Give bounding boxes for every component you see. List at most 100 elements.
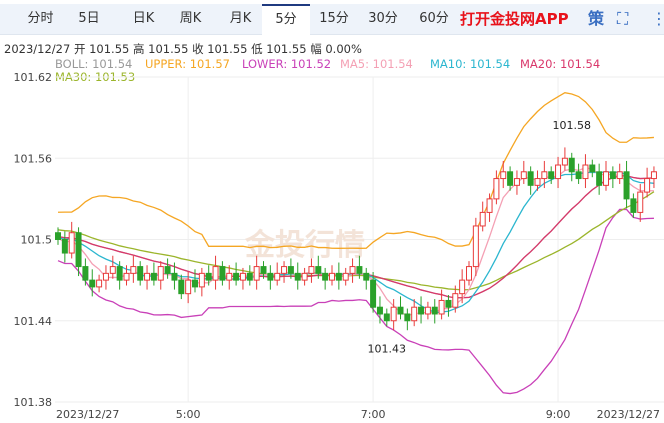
candle-body [329,272,335,281]
candle-body [185,279,192,295]
candle-body [130,266,137,274]
candle-body [411,306,418,322]
candle-body [178,279,185,295]
candle-body [596,171,603,186]
candle-body [267,272,274,281]
watermark: 金投行情 [244,228,365,263]
candle-body [376,306,383,315]
candle-body [123,272,130,281]
candle-body [630,198,637,213]
candle-body [438,299,445,315]
candle-body [192,279,198,288]
candle-body [452,293,459,308]
candle-body [82,266,89,281]
candle-body [349,266,356,274]
candle-body [561,157,568,166]
candle-body [315,266,322,274]
x-tick-label: 2023/12/27 [56,408,119,421]
candle-body [534,178,541,186]
candle-body [322,272,329,281]
candle-body [75,232,82,268]
candle-body [397,306,404,315]
candle-body [274,272,281,281]
candle-body [589,164,596,173]
y-tick-label: 101.5 [21,234,53,247]
price-annotation: 101.43 [368,342,407,355]
candle-body [308,266,315,274]
candle-body [109,266,116,274]
y-tick-label: 101.62 [14,71,53,84]
candle-body [239,272,246,281]
candle-body [96,279,103,288]
candle-body [555,164,562,180]
y-tick-label: 101.38 [14,396,53,409]
candle-body [294,272,301,281]
candle-body [404,313,411,322]
candle-body [356,266,363,274]
candle-body [253,266,260,281]
price-annotation: 101.58 [553,119,592,132]
candle-body [102,272,109,281]
candle-body [527,171,534,186]
candle-body [513,178,520,186]
candle-body [342,272,349,281]
candle-body [68,232,75,254]
y-tick-label: 101.44 [14,315,53,328]
candle-body [301,272,308,281]
candle-body [424,306,431,315]
candle-body [644,178,651,193]
candle-body [493,178,500,200]
x-tick-label: 5:00 [176,408,201,421]
candle-body [137,266,144,281]
candle-body [431,306,438,315]
candle-body [370,279,377,308]
candle-body [363,272,370,281]
candle-body [233,272,240,281]
candle-body [219,266,226,281]
candle-body [226,272,233,281]
candle-body [144,272,151,281]
candle-body [479,211,486,227]
candle-body [623,171,630,200]
candle-body [390,306,397,322]
candle-body [609,171,616,180]
candle-body [61,239,68,254]
candle-body [637,191,644,213]
candle-body [205,272,212,281]
candle-body [616,171,623,180]
candle-body [212,266,219,281]
candle-body [281,266,288,274]
candle-body [466,266,472,281]
candle-body [335,272,342,281]
candle-body [541,171,548,180]
candle-body [575,171,582,180]
candle-body [486,198,493,213]
candle-body [55,232,61,241]
candle-body [171,272,178,281]
kline-chart[interactable]: 101.62101.56101.5101.44101.382023/12/27 5… [0,0,664,423]
candle-body [157,266,164,281]
candle-body [198,272,205,288]
candle-body [116,266,123,281]
candle-body [548,171,555,180]
y-tick-label: 101.56 [14,152,53,165]
candle-body [650,171,657,180]
candle-body [500,171,507,180]
candle-body [246,272,253,281]
x-tick-label: 7:00 [361,408,386,421]
x-tick-label: 9:00 [546,408,571,421]
candle-body [383,313,390,322]
candle-body [582,164,589,180]
candle-body [89,279,96,288]
candle-body [568,157,575,173]
x-tick-label: 2023/12/27 [597,408,660,421]
candle-body [287,266,294,274]
candle-body [520,171,527,180]
candle-body [603,171,609,186]
candle-body [164,266,171,274]
candle-body [260,266,267,274]
candle-body [418,306,425,315]
candle-body [507,171,514,186]
candle-body [459,279,466,295]
candle-body [445,299,452,308]
